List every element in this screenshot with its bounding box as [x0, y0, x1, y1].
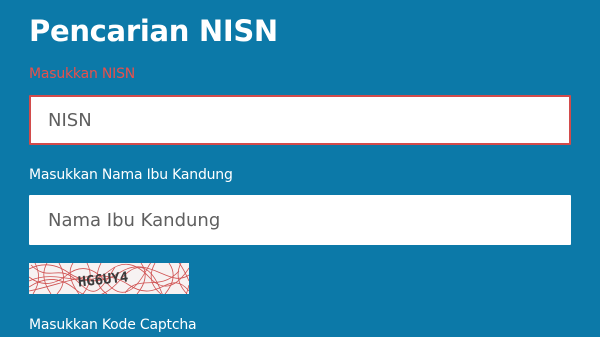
mother-name-label: Masukkan Nama Ibu Kandung: [29, 167, 233, 183]
captcha-image: HG6UY4: [29, 263, 189, 294]
captcha-noise: HG6UY4: [29, 263, 189, 294]
nisn-input[interactable]: [29, 95, 571, 145]
mother-name-input[interactable]: [29, 195, 571, 245]
nisn-label: Masukkan NISN: [29, 66, 136, 82]
captcha-code: HG6UY4: [77, 269, 129, 290]
captcha-label: Masukkan Kode Captcha: [29, 317, 197, 333]
page-title: Pencarian NISN: [29, 14, 278, 48]
